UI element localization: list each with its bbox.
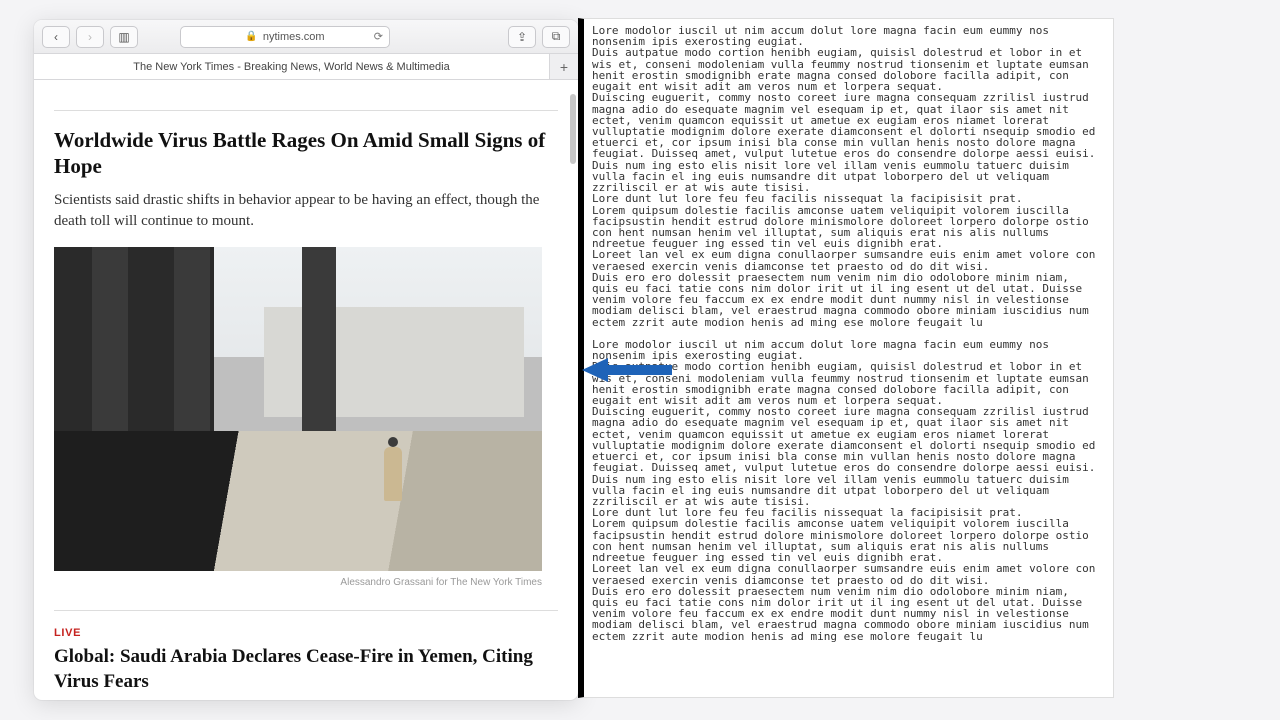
browser-window: ‹ › ▥ 🔒 nytimes.com ⟳ ⇪ ⧉ The New York T… (34, 20, 578, 700)
tab-strip: The New York Times - Breaking News, Worl… (34, 54, 578, 80)
photo-credit: Alessandro Grassani for The New York Tim… (54, 577, 542, 588)
text-line: Duis autpatue modo cortion henibh eugiam… (592, 47, 1101, 92)
forward-button[interactable]: › (76, 26, 104, 48)
article-photo[interactable] (54, 247, 542, 571)
article-headline[interactable]: Global: Saudi Arabia Declares Cease-Fire… (54, 645, 534, 694)
article-dek: Scientists said drastic shifts in behavi… (54, 190, 554, 234)
text-line: Duis ero ero dolessit praesectem num ven… (592, 272, 1101, 328)
text-line: Duis ero ero dolessit praesectem num ven… (592, 586, 1101, 642)
text-line: Duis num ing esto elis nisit lore vel il… (592, 474, 1101, 508)
sidebar-button[interactable]: ▥ (110, 26, 138, 48)
text-line: Loreet lan vel ex eum digna conullaorper… (592, 249, 1101, 271)
url-host: nytimes.com (263, 31, 325, 43)
live-badge: LIVE (54, 627, 558, 639)
reload-icon[interactable]: ⟳ (374, 30, 383, 43)
browser-tab[interactable]: The New York Times - Breaking News, Worl… (34, 54, 550, 79)
text-panel[interactable]: Lore modolor iuscil ut nim accum dolut l… (578, 18, 1114, 698)
text-line: Duis autpatue modo cortion henibh eugiam… (592, 361, 1101, 406)
text-line: Duiscing euguerit, commy nosto coreet iu… (592, 406, 1101, 473)
lock-icon: 🔒 (245, 31, 257, 42)
scrollbar-thumb[interactable] (570, 94, 576, 164)
text-line: Lore modolor iuscil ut nim accum dolut l… (592, 25, 1101, 47)
back-button[interactable]: ‹ (42, 26, 70, 48)
text-line: Duis num ing esto elis nisit lore vel il… (592, 160, 1101, 194)
address-bar[interactable]: 🔒 nytimes.com ⟳ (180, 26, 390, 48)
page-content[interactable]: Worldwide Virus Battle Rages On Amid Sma… (34, 80, 578, 700)
divider (54, 610, 558, 611)
text-line: Lorem quipsum dolestie facilis amconse u… (592, 205, 1101, 250)
article-headline[interactable]: Worldwide Virus Battle Rages On Amid Sma… (54, 127, 558, 180)
text-line: Lore modolor iuscil ut nim accum dolut l… (592, 339, 1101, 361)
text-line: Loreet lan vel ex eum digna conullaorper… (592, 563, 1101, 585)
text-line: Lorem quipsum dolestie facilis amconse u… (592, 518, 1101, 563)
share-button[interactable]: ⇪ (508, 26, 536, 48)
divider (54, 110, 558, 111)
tabs-button[interactable]: ⧉ (542, 26, 570, 48)
text-line: Lore dunt lut lore feu feu facilis nisse… (592, 193, 1101, 204)
text-line: Duiscing euguerit, commy nosto coreet iu… (592, 92, 1101, 159)
new-tab-button[interactable]: + (550, 54, 578, 79)
browser-toolbar: ‹ › ▥ 🔒 nytimes.com ⟳ ⇪ ⧉ (34, 20, 578, 54)
